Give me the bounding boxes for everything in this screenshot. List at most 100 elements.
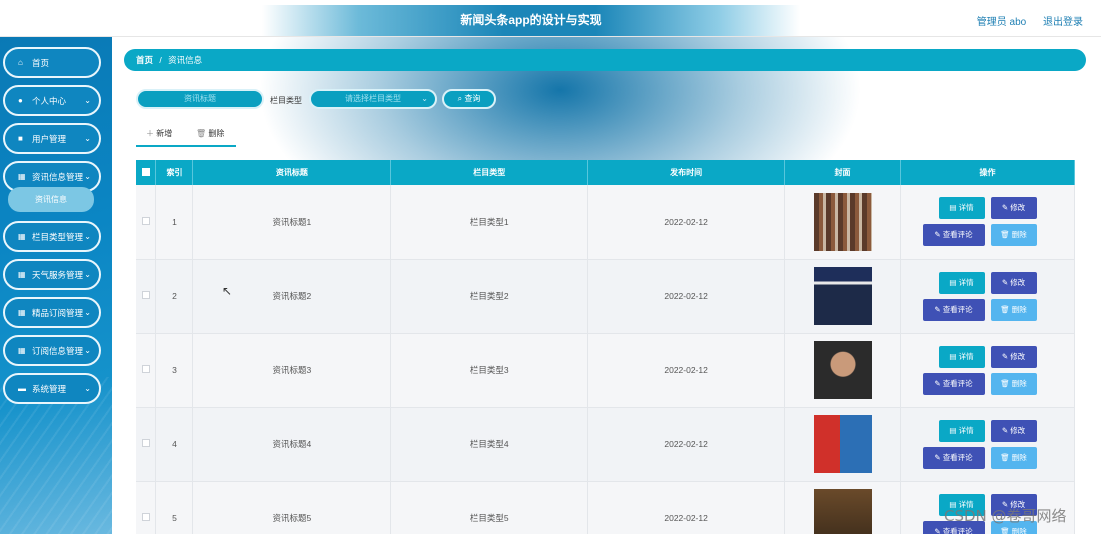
cover-image xyxy=(813,341,872,399)
document-icon: ▤ xyxy=(949,351,959,361)
delete-button-label: 删除 xyxy=(208,129,225,138)
detail-button[interactable]: ▤ 详情 xyxy=(938,345,985,368)
user-area: 管理员 abo 退出登录 xyxy=(963,13,1083,28)
sidebar-item-home[interactable]: ⌂ 首页 xyxy=(3,47,101,78)
pencil-icon: ✎ xyxy=(934,230,943,240)
delete-label: 删除 xyxy=(1011,378,1027,388)
detail-button[interactable]: ▤ 详情 xyxy=(938,271,985,294)
row-checkbox[interactable] xyxy=(141,216,150,225)
sidebar: ⌂ 首页 ● 个人中心 ⌄ ■ 用户管理 ⌄ ▦ 资讯信息管理 ⌄ 资讯信息 ▦… xyxy=(0,37,112,534)
row-delete-button[interactable]: 🗑 删除 xyxy=(990,298,1037,321)
delete-button[interactable]: 🗑 删除 xyxy=(196,128,224,139)
row-index: 2 xyxy=(155,259,194,334)
comment-label: 查看评论 xyxy=(942,452,973,462)
select-all-header[interactable] xyxy=(136,160,157,185)
row-title: 资讯标题5 xyxy=(192,481,392,534)
column-type-placeholder: 请选择栏目类型 xyxy=(345,94,401,103)
row-delete-button[interactable]: 🗑 删除 xyxy=(990,446,1037,469)
edit-label: 修改 xyxy=(1010,425,1026,435)
view-comments-button[interactable]: ✎ 查看评论 xyxy=(922,224,985,247)
row-checkbox[interactable] xyxy=(141,439,150,447)
edit-button[interactable]: ✎ 修改 xyxy=(990,345,1037,368)
add-button[interactable]: ＋ 新增 xyxy=(146,128,172,139)
home-icon: ⌂ xyxy=(18,58,23,67)
column-type-select[interactable]: 请选择栏目类型 ⌄ xyxy=(309,89,437,109)
row-date: 2022-02-12 xyxy=(587,407,786,482)
sidebar-item-label: 栏目类型管理 xyxy=(32,231,84,242)
row-index: 4 xyxy=(155,407,194,482)
row-date: 2022-02-12 xyxy=(587,259,786,334)
pencil-icon: ✎ xyxy=(934,526,943,534)
grid-icon: ▦ xyxy=(18,346,26,355)
sidebar-item-label: 精品订阅管理 xyxy=(32,307,84,318)
pencil-icon: ✎ xyxy=(1001,425,1011,435)
row-delete-button[interactable]: 🗑 删除 xyxy=(990,224,1037,247)
view-comments-button[interactable]: ✎ 查看评论 xyxy=(922,298,985,321)
row-checkbox-cell xyxy=(136,407,157,482)
column-header: 封面 xyxy=(784,160,901,185)
table-header-row: 索引 资讯标题 栏目类型 发布时间 封面 操作 xyxy=(136,160,1075,185)
edit-button[interactable]: ✎ 修改 xyxy=(990,419,1037,442)
row-actions: ▤ 详情 ✎ 修改 ✎ 查看评论 🗑 删除 xyxy=(900,259,1075,334)
title-search-input[interactable]: 资讯标题 xyxy=(136,89,264,109)
cover-image xyxy=(813,489,872,534)
grid-icon: ▦ xyxy=(18,172,26,181)
edit-label: 修改 xyxy=(1010,203,1026,213)
row-checkbox[interactable] xyxy=(141,513,150,521)
row-checkbox[interactable] xyxy=(141,365,150,373)
view-comments-button[interactable]: ✎ 查看评论 xyxy=(922,446,985,469)
chevron-down-icon: ⌄ xyxy=(84,346,91,355)
view-comments-button[interactable]: ✎ 查看评论 xyxy=(922,372,985,395)
row-checkbox-cell xyxy=(136,333,157,408)
sidebar-item-column-types[interactable]: ▦ 栏目类型管理 ⌄ xyxy=(3,221,101,252)
document-icon: ▤ xyxy=(949,203,959,213)
cover-image xyxy=(813,192,872,251)
search-button[interactable]: ⌕ 查询 xyxy=(442,89,496,109)
edit-label: 修改 xyxy=(1010,277,1026,287)
table-row: 3 资讯标题3 栏目类型3 2022-02-12 ▤ 详情 ✎ 修改 ✎ 查看评… xyxy=(136,333,1075,408)
table-row: 2 资讯标题2 栏目类型2 2022-02-12 ▤ 详情 ✎ 修改 ✎ 查看评… xyxy=(136,259,1075,334)
sidebar-item-system[interactable]: ▬ 系统管理 ⌄ xyxy=(3,373,101,404)
trash-icon: 🗑 xyxy=(1000,452,1012,462)
row-index: 1 xyxy=(155,185,194,260)
select-all-checkbox[interactable] xyxy=(141,167,150,176)
table-row: 5 资讯标题5 栏目类型5 2022-02-12 ▤ 详情 ✎ 修改 ✎ 查看评… xyxy=(136,481,1075,534)
delete-label: 删除 xyxy=(1011,526,1027,534)
breadcrumb-home[interactable]: 首页 xyxy=(136,55,153,65)
logout-link[interactable]: 退出登录 xyxy=(1043,17,1083,28)
trash-icon: 🗑 xyxy=(1000,378,1012,388)
detail-label: 详情 xyxy=(958,425,974,435)
column-header: 栏目类型 xyxy=(390,160,589,185)
cover-image xyxy=(813,415,872,473)
sidebar-item-weather[interactable]: ▦ 天气服务管理 ⌄ xyxy=(3,259,101,290)
row-title: 资讯标题1 xyxy=(192,185,392,260)
row-title: 资讯标题3 xyxy=(192,333,392,408)
row-index: 5 xyxy=(155,481,194,534)
chevron-down-icon: ⌄ xyxy=(84,96,91,105)
sidebar-item-users[interactable]: ■ 用户管理 ⌄ xyxy=(3,123,101,154)
mouse-cursor-icon: ↖ xyxy=(222,284,233,298)
toolbar-underline xyxy=(136,145,236,147)
detail-button[interactable]: ▤ 详情 xyxy=(938,419,985,442)
row-type: 栏目类型1 xyxy=(390,185,589,260)
row-type: 栏目类型5 xyxy=(390,481,589,534)
sidebar-item-label: 系统管理 xyxy=(32,383,67,394)
sidebar-item-subscription-info[interactable]: ▦ 订阅信息管理 ⌄ xyxy=(3,335,101,366)
sidebar-item-profile[interactable]: ● 个人中心 ⌄ xyxy=(3,85,101,116)
row-actions: ▤ 详情 ✎ 修改 ✎ 查看评论 🗑 删除 xyxy=(900,407,1075,482)
sidebar-item-label: 订阅信息管理 xyxy=(32,345,84,356)
edit-label: 修改 xyxy=(1010,351,1026,361)
comment-label: 查看评论 xyxy=(942,230,973,240)
detail-label: 详情 xyxy=(958,203,974,213)
sidebar-item-label: 用户管理 xyxy=(32,133,67,144)
sidebar-item-premium-subscription[interactable]: ▦ 精品订阅管理 ⌄ xyxy=(3,297,101,328)
table-row: 1 资讯标题1 栏目类型1 2022-02-12 ▤ 详情 ✎ 修改 ✎ 查看评… xyxy=(136,185,1075,260)
edit-button[interactable]: ✎ 修改 xyxy=(990,197,1037,220)
edit-button[interactable]: ✎ 修改 xyxy=(990,271,1037,294)
detail-button[interactable]: ▤ 详情 xyxy=(938,197,985,220)
row-delete-button[interactable]: 🗑 删除 xyxy=(990,372,1037,395)
row-cover xyxy=(784,259,901,334)
sidebar-subitem-news[interactable]: 资讯信息 xyxy=(8,187,94,212)
row-checkbox[interactable] xyxy=(141,291,150,299)
current-user[interactable]: 管理员 abo xyxy=(977,17,1026,28)
